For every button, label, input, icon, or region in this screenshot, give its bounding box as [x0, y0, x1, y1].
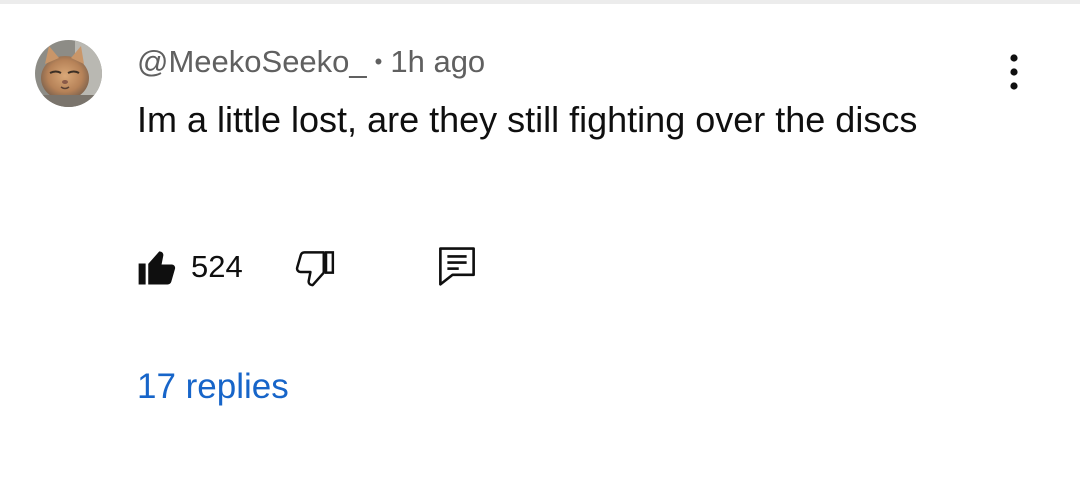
like-count: 524: [191, 249, 243, 284]
reply-comment-icon: [439, 247, 475, 286]
more-options-button[interactable]: [995, 50, 1033, 94]
comment-header: @MeekoSeeko_ • 1h ago: [137, 42, 485, 82]
more-vert-icon: [1010, 54, 1018, 90]
dislike-button[interactable]: [294, 248, 336, 290]
comment-card: @MeekoSeeko_ • 1h ago Im a little lost, …: [0, 0, 1080, 490]
comment-timestamp[interactable]: 1h ago: [390, 44, 485, 80]
thumbs-down-outline-icon: [295, 251, 335, 287]
like-button[interactable]: [136, 246, 178, 288]
thumbs-up-filled-icon: [138, 251, 176, 285]
comment-text: Im a little lost, are they still fightin…: [137, 99, 918, 140]
top-divider: [0, 0, 1080, 4]
view-replies-link[interactable]: 17 replies: [137, 366, 289, 408]
author-name[interactable]: @MeekoSeeko_: [137, 44, 367, 80]
comment-actions: 524: [130, 238, 550, 294]
author-avatar[interactable]: [35, 40, 102, 107]
reply-button[interactable]: [436, 244, 478, 288]
header-separator: •: [374, 49, 383, 74]
